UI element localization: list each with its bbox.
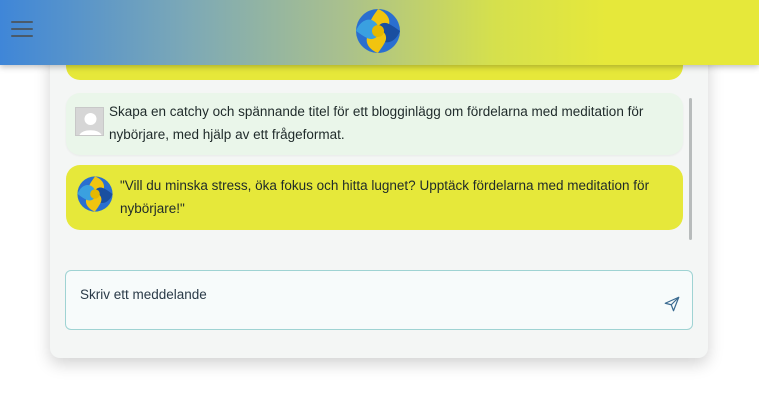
- message-composer: [65, 270, 693, 330]
- assistant-message-bubble: "Vill du minska stress, öka fokus och hi…: [66, 165, 683, 230]
- user-message-text: Skapa en catchy och spännande titel för …: [109, 104, 644, 142]
- user-message-bubble: Skapa en catchy och spännande titel för …: [66, 93, 683, 155]
- message-input[interactable]: [80, 287, 640, 302]
- hamburger-menu-icon[interactable]: [11, 21, 33, 39]
- chat-scrollbar[interactable]: [689, 98, 692, 240]
- send-icon[interactable]: [663, 295, 681, 313]
- assistant-message-text: "Vill du minska stress, öka fokus och hi…: [120, 178, 650, 216]
- chat-panel: Skapa en catchy och spännande titel för …: [50, 40, 708, 358]
- swirl-logo-icon[interactable]: [353, 6, 403, 56]
- swirl-logo-icon: [77, 176, 113, 212]
- user-placeholder-icon: [75, 107, 104, 136]
- app-header: [0, 0, 759, 65]
